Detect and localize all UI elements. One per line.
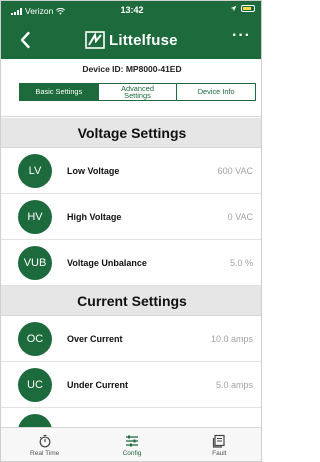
tab-label: Basic Settings — [35, 87, 83, 97]
setting-value: 5.0 amps — [215, 379, 253, 390]
tab-device-info[interactable]: Device Info — [177, 84, 255, 100]
nav-label: Real Time — [30, 450, 60, 457]
nav-config[interactable]: Config — [88, 428, 175, 461]
section-header-current: Current Settings — [1, 286, 261, 316]
setting-row-low-voltage[interactable]: LV Low Voltage 600 VAC — [1, 148, 261, 194]
littelfuse-logo: Littelfuse — [85, 29, 178, 51]
device-panel: Device ID: MP8000-41ED Basic Settings Ad… — [1, 59, 261, 117]
setting-row-over-current[interactable]: OC Over Current 10.0 amps — [1, 316, 261, 362]
setting-value: 0 VAC — [227, 211, 253, 222]
setting-label: Low Voltage — [67, 165, 120, 176]
tab-label: Device Info — [197, 87, 235, 97]
nav-real-time[interactable]: Real Time — [1, 428, 88, 461]
setting-badge: UC — [18, 367, 52, 402]
battery-icon — [241, 5, 255, 12]
setting-badge: LV — [18, 153, 52, 188]
setting-label: Voltage Unbalance — [67, 257, 147, 268]
app-screen: Verizon 13:42 Littelfuse ··· Device ID: … — [0, 0, 262, 462]
status-bar: Verizon 13:42 — [1, 1, 261, 19]
logo-mark-icon — [85, 31, 105, 49]
more-options-icon[interactable]: ··· — [232, 27, 251, 45]
setting-badge — [18, 413, 52, 427]
setting-value: 10.0 amps — [210, 333, 253, 344]
setting-label: Over Current — [67, 333, 123, 344]
status-right — [230, 5, 255, 12]
tab-basic-settings[interactable]: Basic Settings — [20, 84, 99, 100]
setting-label: High Voltage — [67, 211, 122, 222]
setting-value: 600 VAC — [217, 165, 253, 176]
location-icon — [230, 5, 237, 12]
clock: 13:42 — [120, 5, 144, 15]
top-bar: Verizon 13:42 Littelfuse ··· — [1, 1, 261, 59]
back-chevron-icon[interactable] — [15, 29, 37, 51]
section-header-voltage: Voltage Settings — [1, 118, 261, 148]
setting-row-high-voltage[interactable]: HV High Voltage 0 VAC — [1, 194, 261, 240]
bottom-nav: Real Time Config Fault — [1, 427, 261, 461]
nav-label: Config — [122, 450, 142, 457]
fault-log-icon — [213, 434, 225, 448]
tab-label-line2: Settings — [124, 91, 151, 100]
sliders-icon — [125, 435, 138, 447]
setting-badge: HV — [18, 199, 52, 234]
nav-fault[interactable]: Fault — [176, 428, 261, 461]
brand-name: Littelfuse — [109, 31, 178, 49]
setting-row-voltage-unbalance[interactable]: VUB Voltage Unbalance 5.0 % — [1, 240, 261, 286]
settings-tabs: Basic Settings Advanced Settings Device … — [19, 83, 256, 101]
tab-advanced-settings[interactable]: Advanced Settings — [99, 84, 178, 100]
timer-icon — [39, 434, 51, 448]
setting-value: 5.0 % — [229, 257, 253, 268]
setting-row-under-current[interactable]: UC Under Current 5.0 amps — [1, 362, 261, 408]
setting-badge: OC — [18, 321, 52, 356]
settings-list[interactable]: Voltage Settings LV Low Voltage 600 VAC … — [1, 118, 261, 427]
setting-badge: VUB — [18, 245, 52, 280]
device-id: Device ID: MP8000-41ED — [82, 64, 182, 74]
setting-row-partial[interactable] — [1, 408, 261, 427]
app-header: Littelfuse ··· — [1, 23, 261, 57]
nav-label: Fault — [212, 450, 227, 457]
setting-label: Under Current — [67, 379, 129, 390]
